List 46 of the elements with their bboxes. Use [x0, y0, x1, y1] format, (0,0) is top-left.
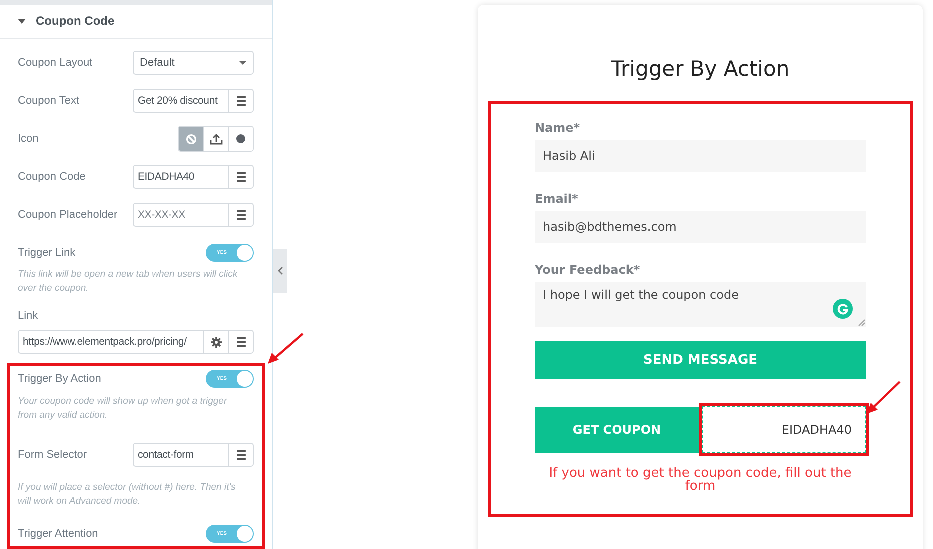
- upload-icon: [210, 133, 222, 145]
- field-label: Name*: [535, 121, 582, 137]
- grammar-checker-icon[interactable]: [833, 299, 853, 319]
- control-label: Icon: [18, 133, 39, 145]
- gear-icon[interactable]: [210, 336, 222, 348]
- control-label: Coupon Placeholder: [18, 209, 118, 221]
- database-icon[interactable]: [236, 210, 246, 220]
- caret-icon[interactable]: [18, 18, 26, 24]
- coupon-code: EIDADHA40: [782, 422, 852, 436]
- resize-grip-icon[interactable]: [858, 319, 865, 326]
- database-icon[interactable]: [236, 172, 246, 182]
- help-text: This link will be open a new tab when users will click over the coupon.: [18, 268, 239, 296]
- collapse-handle[interactable]: [273, 249, 287, 293]
- form-title: Trigger By Action: [611, 57, 790, 81]
- control-label: Coupon Code: [18, 171, 86, 183]
- text-field[interactable]: contact-form: [133, 443, 254, 467]
- control-label: Form Selector: [18, 449, 88, 461]
- database-icon[interactable]: [236, 450, 246, 460]
- control-label: Trigger Link: [18, 247, 76, 259]
- form-message: If you want to get the coupon code, fill out the form: [548, 467, 853, 493]
- ban-icon: [186, 134, 196, 144]
- text-field[interactable]: Get 20% discount: [133, 89, 254, 113]
- help-text: If you will place a selector (without #) here. Then it's will work on Advanced mode.: [18, 481, 237, 509]
- control-label: Trigger Attention: [18, 528, 98, 540]
- icon-option[interactable]: [228, 127, 253, 151]
- url-field[interactable]: https://www.elementpack.pro/pricing/: [18, 330, 254, 354]
- circle-icon: [236, 134, 246, 144]
- input-field[interactable]: hasib@bdthemes.com: [535, 211, 866, 243]
- chevron-left-icon: [278, 267, 282, 275]
- input-field[interactable]: Hasib Ali: [535, 140, 866, 172]
- control-label: Trigger By Action: [18, 372, 102, 384]
- help-text: Your coupon code will show up when got a trigger from any valid action.: [18, 395, 228, 423]
- database-icon[interactable]: [236, 96, 246, 106]
- section-title[interactable]: Coupon Code: [36, 14, 115, 28]
- text-field[interactable]: EIDADHA40: [133, 165, 254, 189]
- database-icon[interactable]: [236, 336, 246, 348]
- dropdown-caret-icon: [239, 61, 247, 65]
- control-label: Link: [18, 310, 40, 322]
- control-label: Coupon Layout: [18, 57, 93, 69]
- field-label: Your Feedback*: [535, 263, 642, 279]
- annotation-arrow: [267, 333, 305, 365]
- textarea-field[interactable]: I hope I will get the coupon code: [535, 282, 866, 327]
- field-label: Email*: [535, 192, 580, 208]
- control-label: Coupon Text: [18, 95, 80, 107]
- select-field[interactable]: Default: [133, 51, 254, 75]
- text-field[interactable]: XX-XX-XX: [133, 203, 254, 227]
